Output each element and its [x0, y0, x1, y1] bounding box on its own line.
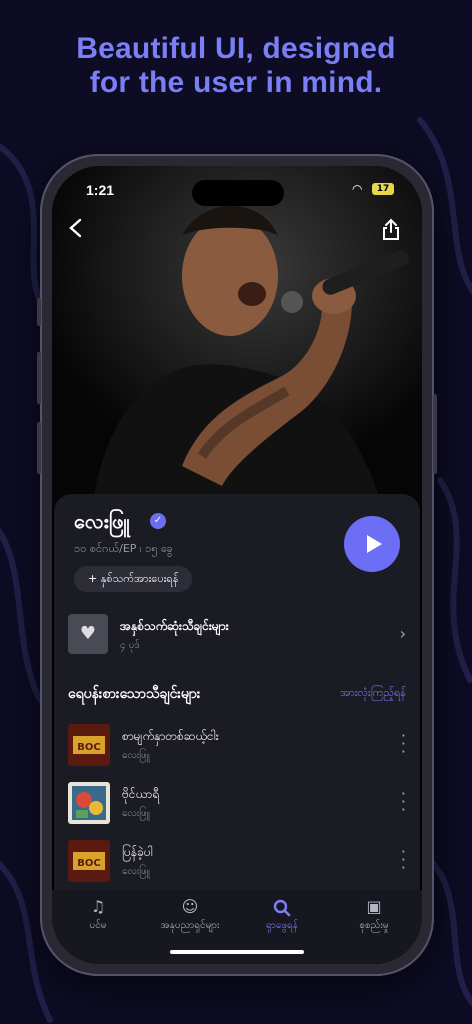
headline-line-1: Beautiful UI, designed — [76, 32, 396, 65]
phone-action-button — [37, 298, 41, 326]
status-bar: 1:21 ◠ 17 — [52, 180, 422, 206]
phone-volume-up — [37, 352, 41, 404]
song-row[interactable]: ဗိုင်ယာရီ လေးဖြူ · · · — [68, 782, 408, 828]
artist-hero-photo: 1:21 ◠ 17 — [52, 166, 422, 506]
song-row[interactable]: BOC ပြန်ခဲ့ပါ လေးဖြူ · · · — [68, 840, 408, 886]
liked-songs-count: ၄ ပုဒ် — [120, 640, 140, 651]
artist-face-icon: ☺ — [181, 897, 199, 916]
more-options-icon[interactable]: · · · — [401, 728, 406, 760]
artist-name: လေးဖြူ — [74, 509, 130, 533]
album-art: BOC — [68, 840, 110, 882]
tab-search[interactable]: ရှာဖွေရန် — [236, 896, 328, 933]
song-title: ဗိုင်ယာရီ — [122, 787, 159, 801]
chevron-right-icon: › — [399, 624, 406, 643]
tab-artists[interactable]: ☺ အနုပညာရှင်များ — [144, 896, 236, 933]
dynamic-island — [192, 180, 284, 206]
tab-home[interactable]: ♫ ပင်မ — [52, 896, 144, 933]
marketing-headline: Beautiful UI, designed for the user in m… — [0, 32, 472, 100]
headline-line-2: for the user in mind. — [89, 66, 383, 99]
battery-icon: 17 — [372, 183, 394, 195]
phone-volume-down — [37, 422, 41, 474]
wifi-icon: ◠ — [352, 182, 363, 196]
album-art: BOC — [68, 724, 110, 766]
song-artist: လေးဖြူ — [122, 866, 150, 877]
singer-photo — [52, 166, 422, 506]
tab-home-label: ပင်မ — [89, 920, 107, 931]
svg-text:BOC: BOC — [77, 742, 100, 753]
tab-library[interactable]: ▣ စုစည်းမှု — [328, 896, 420, 933]
chevron-left-icon — [69, 218, 82, 238]
verified-badge-icon: ✓ — [150, 513, 166, 529]
song-artist: လေးဖြူ — [122, 750, 150, 761]
liked-songs-title: အနှစ်သက်ဆုံးသီချင်းများ — [120, 619, 229, 633]
svg-text:BOC: BOC — [77, 858, 100, 869]
phone-screen: 1:21 ◠ 17 လေးဖြူ ✓ ၁၀ စင်ဂယ်/EP ၊ ၁၅ ခွေ… — [52, 166, 422, 964]
song-title: ပြန်ခဲ့ပါ — [122, 845, 153, 859]
follow-button[interactable]: + နှစ်သက်အားပေးရန် — [74, 566, 193, 592]
more-options-icon[interactable]: · · · — [401, 844, 406, 876]
song-artist: လေးဖြူ — [122, 808, 150, 819]
more-options-icon[interactable]: · · · — [401, 786, 406, 818]
tab-artists-label: အနုပညာရှင်များ — [160, 920, 220, 931]
status-time: 1:21 — [86, 182, 115, 198]
tab-library-label: စုစည်းမှု — [359, 920, 389, 931]
popular-songs-heading: ရေပန်းစားသောသီချင်းများ — [68, 686, 201, 702]
back-button[interactable] — [68, 218, 82, 244]
library-icon: ▣ — [366, 897, 382, 916]
share-icon — [383, 218, 399, 240]
album-art — [68, 782, 110, 824]
song-row[interactable]: BOC စာမျက်နှာတစ်ဆယ့်ငါး လေးဖြူ · · · — [68, 724, 408, 770]
search-icon — [236, 896, 328, 918]
heart-icon: ♥ — [68, 614, 108, 654]
home-indicator — [170, 950, 304, 954]
liked-songs-row[interactable]: ♥ အနှစ်သက်ဆုံးသီချင်းများ ၄ ပုဒ် › — [68, 612, 408, 662]
phone-power-button — [433, 394, 437, 474]
artist-card: လေးဖြူ ✓ ၁၀ စင်ဂယ်/EP ၊ ၁၅ ခွေ + နှစ်သက်… — [54, 494, 420, 914]
song-title: စာမျက်နှာတစ်ဆယ့်ငါး — [122, 729, 219, 743]
see-all-link[interactable]: အားလုံးကြည့်ရန် — [340, 686, 406, 702]
play-button[interactable] — [344, 516, 400, 572]
share-button[interactable] — [382, 218, 400, 246]
music-note-icon: ♫ — [90, 897, 106, 916]
artist-stats: ၁၀ စင်ဂယ်/EP ၊ ၁၅ ခွေ — [74, 542, 173, 555]
tab-search-label: ရှာဖွေရန် — [266, 920, 298, 931]
